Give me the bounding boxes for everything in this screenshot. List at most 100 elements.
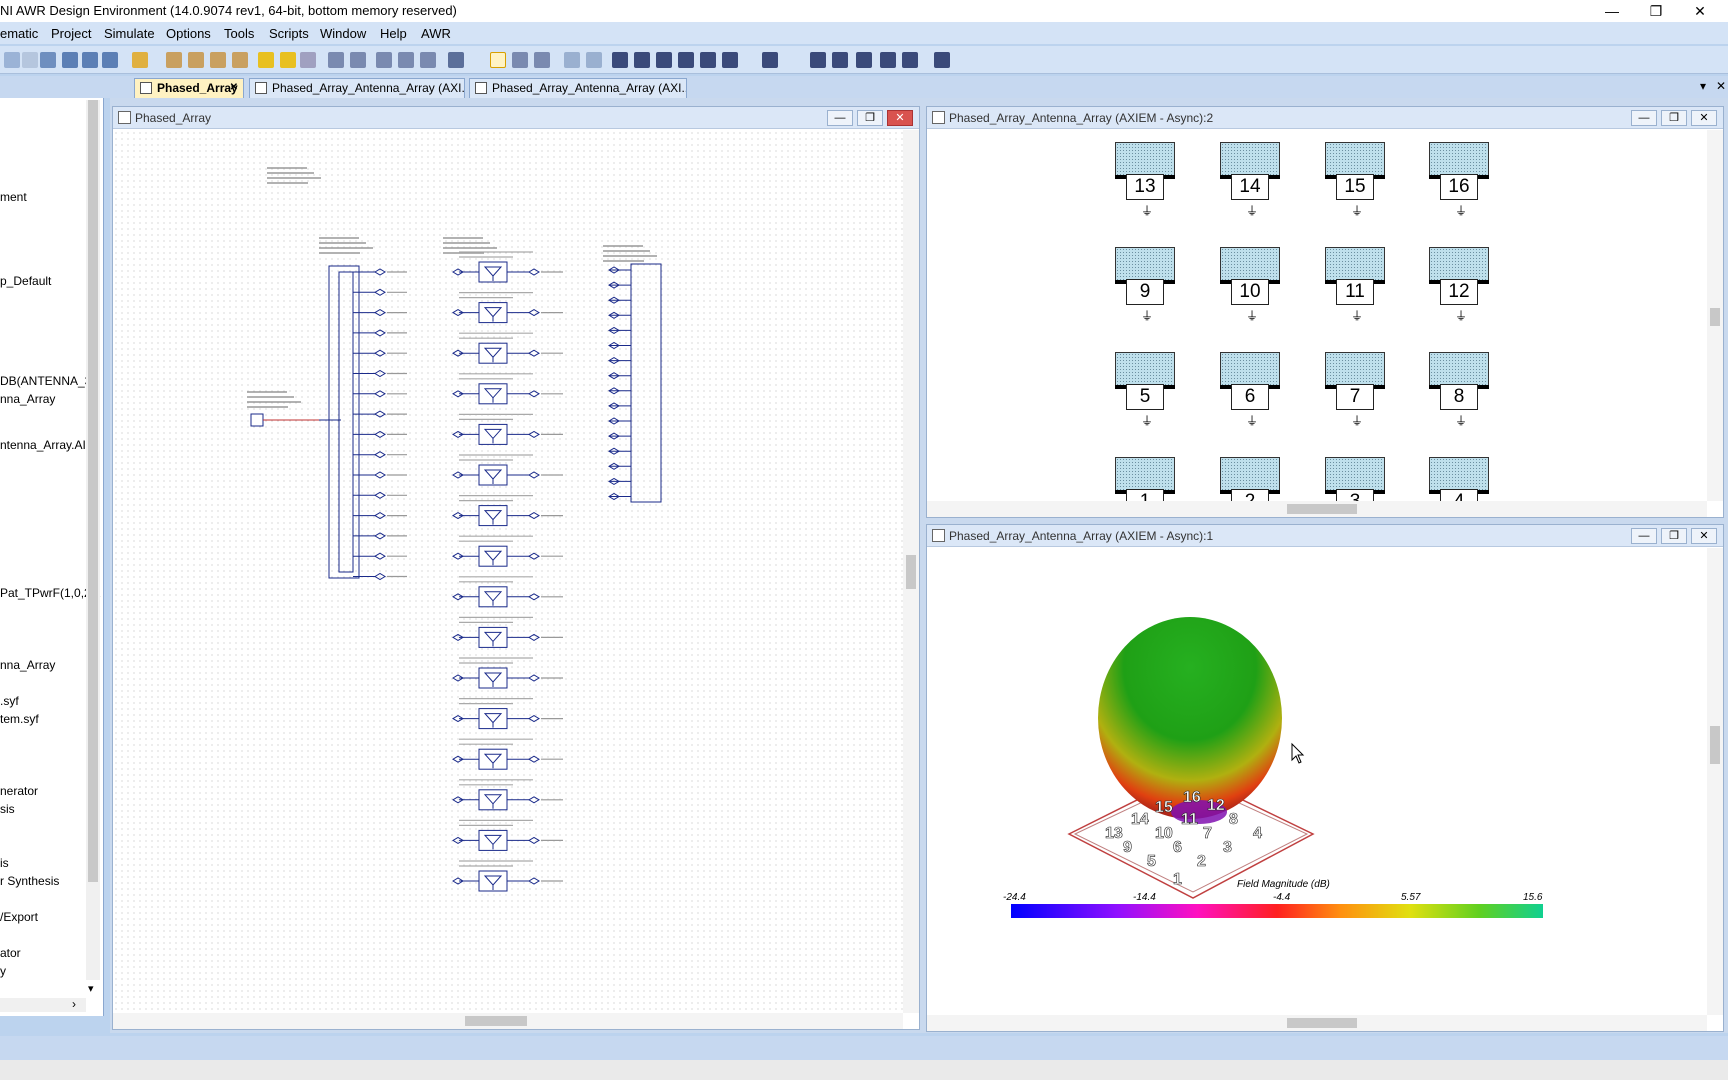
menu-awr[interactable]: AWR (421, 26, 451, 41)
close-button[interactable]: ✕ (1680, 0, 1720, 22)
window-icon[interactable] (350, 52, 366, 68)
tree-item[interactable]: ntenna_Array.AI (0, 438, 86, 452)
tree-item[interactable]: sis (0, 802, 15, 816)
element-icon[interactable] (420, 52, 436, 68)
layout-icon[interactable] (512, 52, 528, 68)
tree-item[interactable]: r Synthesis (0, 874, 59, 888)
schematic-hscroll[interactable] (113, 1013, 903, 1029)
layout-vscroll[interactable] (1707, 130, 1723, 501)
antenna-cell[interactable]: 12 ⏚ (1429, 247, 1489, 327)
antenna-cell[interactable]: 7 ⏚ (1325, 352, 1385, 432)
tool-icon[interactable] (448, 52, 464, 68)
pattern-canvas[interactable]: 16 15 12 14 11 8 13 10 7 4 9 6 3 5 2 1 -24.4 -14.4 -4.4… (927, 548, 1707, 1015)
probe-icon[interactable] (722, 52, 738, 68)
layout-icon[interactable] (534, 52, 550, 68)
close-button[interactable]: ✕ (1691, 110, 1717, 126)
close-button[interactable]: ✕ (1691, 528, 1717, 544)
minimize-button[interactable]: — (1631, 528, 1657, 544)
menu-window[interactable]: Window (320, 26, 366, 41)
open-project-icon[interactable] (132, 52, 148, 68)
window-icon[interactable] (328, 52, 344, 68)
print-icon[interactable] (832, 52, 848, 68)
folder-icon[interactable] (232, 52, 248, 68)
redo-icon[interactable] (22, 52, 38, 68)
folder-icon[interactable] (166, 52, 182, 68)
tree-item[interactable]: /Export (0, 910, 38, 924)
antenna-cell[interactable]: 5 ⏚ (1115, 352, 1175, 432)
antenna-cell[interactable]: 1⏚ (1115, 457, 1175, 501)
element-icon[interactable] (376, 52, 392, 68)
refresh-icon[interactable] (40, 52, 56, 68)
tree-item[interactable]: DB(ANTENNA_3 (0, 374, 91, 388)
port-icon[interactable] (656, 52, 672, 68)
tune-icon[interactable] (280, 52, 296, 68)
maximize-button[interactable]: ❐ (857, 110, 883, 126)
scroll-right-icon[interactable]: › (72, 997, 76, 1011)
minimize-button[interactable]: — (1631, 110, 1657, 126)
tree-item[interactable]: .syf (0, 694, 19, 708)
zoom-out-icon[interactable] (82, 52, 98, 68)
tree-item[interactable]: nna_Array (0, 658, 55, 672)
frame-icon[interactable] (902, 52, 918, 68)
pattern-hscroll[interactable] (927, 1015, 1707, 1031)
tree-item[interactable]: is (0, 856, 9, 870)
folder-icon[interactable] (210, 52, 226, 68)
minimize-button[interactable]: — (827, 110, 853, 126)
tree-item[interactable]: nna_Array (0, 392, 55, 406)
wire-icon[interactable] (700, 52, 716, 68)
antenna-cell[interactable]: 8 ⏚ (1429, 352, 1489, 432)
antenna-cell[interactable]: 10 ⏚ (1220, 247, 1280, 327)
maximize-button[interactable]: ❐ (1636, 0, 1676, 22)
schematic-vscroll[interactable] (903, 130, 919, 1013)
arrow-up-icon[interactable] (564, 52, 580, 68)
maximize-button[interactable]: ❐ (1661, 528, 1687, 544)
antenna-cell[interactable]: 16 ⏚ (1429, 142, 1489, 222)
line-icon[interactable] (810, 52, 826, 68)
tree-item[interactable]: nerator (0, 784, 38, 798)
maximize-button[interactable]: ❐ (1661, 110, 1687, 126)
menu-scripts[interactable]: Scripts (269, 26, 309, 41)
project-browser-vscroll[interactable] (86, 100, 100, 980)
menu-simulate[interactable]: Simulate (104, 26, 155, 41)
tree-item[interactable]: ator (0, 946, 21, 960)
antenna-cell[interactable]: 3⏚ (1325, 457, 1385, 501)
antenna-cell[interactable]: 14 ⏚ (1220, 142, 1280, 222)
tree-item[interactable]: p_Default (0, 274, 51, 288)
scroll-down-icon[interactable]: ▾ (88, 982, 94, 995)
tree-item[interactable]: ment (0, 190, 27, 204)
antenna-cell[interactable]: 2⏚ (1220, 457, 1280, 501)
layout-icon[interactable] (934, 52, 950, 68)
folder-icon[interactable] (188, 52, 204, 68)
swap-icon[interactable] (762, 52, 778, 68)
menu-project[interactable]: Project (51, 26, 91, 41)
element-icon[interactable] (612, 52, 628, 68)
menu-help[interactable]: Help (380, 26, 407, 41)
select-icon[interactable] (490, 52, 506, 68)
tab-close-icon[interactable]: ✕ (230, 82, 238, 93)
menu-tools[interactable]: Tools (224, 26, 254, 41)
minimize-button[interactable]: — (1592, 0, 1632, 22)
antenna-cell[interactable]: 15 ⏚ (1325, 142, 1385, 222)
menu-schematic[interactable]: ematic (0, 26, 38, 41)
tree-item[interactable]: y (0, 964, 6, 978)
zoom-fit-icon[interactable] (102, 52, 118, 68)
antenna-cell[interactable]: 4⏚ (1429, 457, 1489, 501)
ground-icon[interactable] (634, 52, 650, 68)
tab-antenna-array-2[interactable]: Phased_Array_Antenna_Array (AXI... (249, 78, 465, 98)
subcircuit-icon[interactable] (678, 52, 694, 68)
undo-icon[interactable] (4, 52, 20, 68)
antenna-cell[interactable]: 13 ⏚ (1115, 142, 1175, 222)
simulate-icon[interactable] (258, 52, 274, 68)
close-button[interactable]: ✕ (887, 110, 913, 126)
tab-antenna-array-1[interactable]: Phased_Array_Antenna_Array (AXI... (469, 78, 687, 98)
equation-icon[interactable] (856, 52, 872, 68)
menu-options[interactable]: Options (166, 26, 211, 41)
antenna-cell[interactable]: 9 ⏚ (1115, 247, 1175, 327)
schematic-canvas[interactable] (113, 130, 903, 1013)
pattern-vscroll[interactable] (1707, 548, 1723, 1015)
close-all-icon[interactable]: ✕ (1716, 79, 1726, 93)
antenna-cell[interactable]: 6 ⏚ (1220, 352, 1280, 432)
tab-phased-array[interactable]: Phased_Array ✕ (134, 78, 244, 98)
optimize-icon[interactable] (300, 52, 316, 68)
text-icon[interactable] (880, 52, 896, 68)
